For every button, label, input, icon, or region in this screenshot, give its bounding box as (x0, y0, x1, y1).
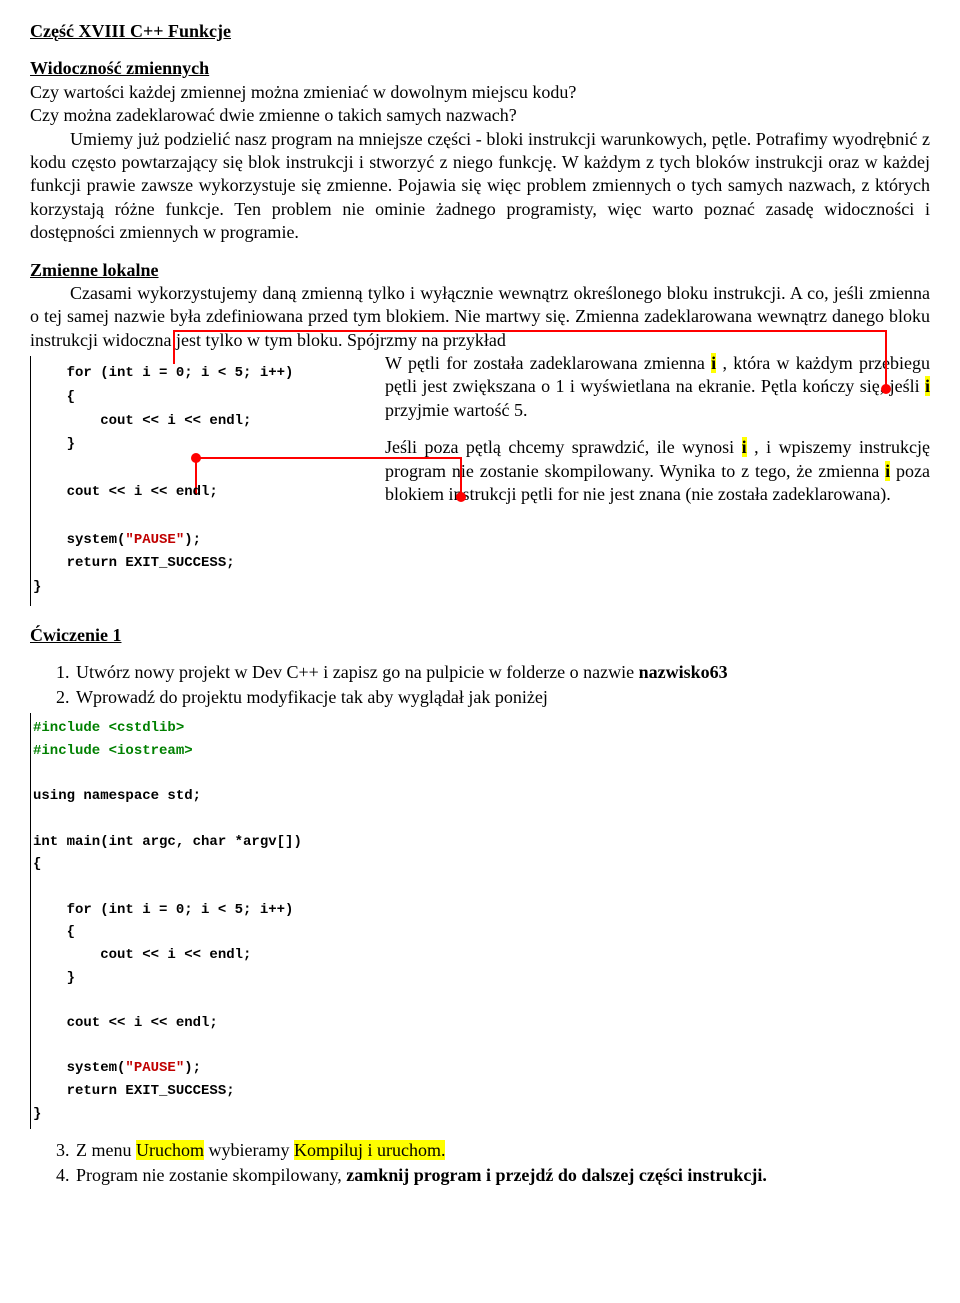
page-title: Część XVIII C++ Funkcje (30, 20, 930, 43)
intro-q2: Czy można zadeklarować dwie zmienne o ta… (30, 105, 517, 125)
code-snippet-1: for (int i = 0; i < 5; i++) { cout << i … (30, 356, 365, 606)
intro-heading: Widoczność zmiennych (30, 58, 209, 78)
local-body: Czasami wykorzystujemy daną zmienną tylk… (30, 283, 930, 350)
diagram-line (173, 330, 887, 332)
exercise-list-bottom: Z menu Uruchom wybieramy Kompiluj i uruc… (30, 1139, 930, 1187)
code-snippet-2: #include <cstdlib> #include <iostream> u… (30, 713, 930, 1129)
list-item: Z menu Uruchom wybieramy Kompiluj i uruc… (74, 1139, 930, 1162)
intro-block: Widoczność zmiennych Czy wartości każdej… (30, 57, 930, 127)
explanation-text: W pętli for została zadeklarowana zmienn… (385, 352, 930, 606)
diagram-line (460, 457, 462, 495)
list-item: Utwórz nowy projekt w Dev C++ i zapisz g… (74, 661, 930, 684)
intro-q1: Czy wartości każdej zmiennej można zmien… (30, 82, 576, 102)
exercise-title: Ćwiczenie 1 (30, 624, 930, 647)
list-item: Wprowadź do projektu modyfikacje tak aby… (74, 686, 930, 709)
local-heading: Zmienne lokalne (30, 260, 159, 280)
diagram-line (885, 330, 887, 386)
local-block: Zmienne lokalne Czasami wykorzystujemy d… (30, 259, 930, 353)
intro-body: Umiemy już podzielić nasz program na mni… (30, 128, 930, 245)
exercise-list-top: Utwórz nowy projekt w Dev C++ i zapisz g… (30, 661, 930, 709)
list-item: Program nie zostanie skompilowany, zamkn… (74, 1164, 930, 1187)
